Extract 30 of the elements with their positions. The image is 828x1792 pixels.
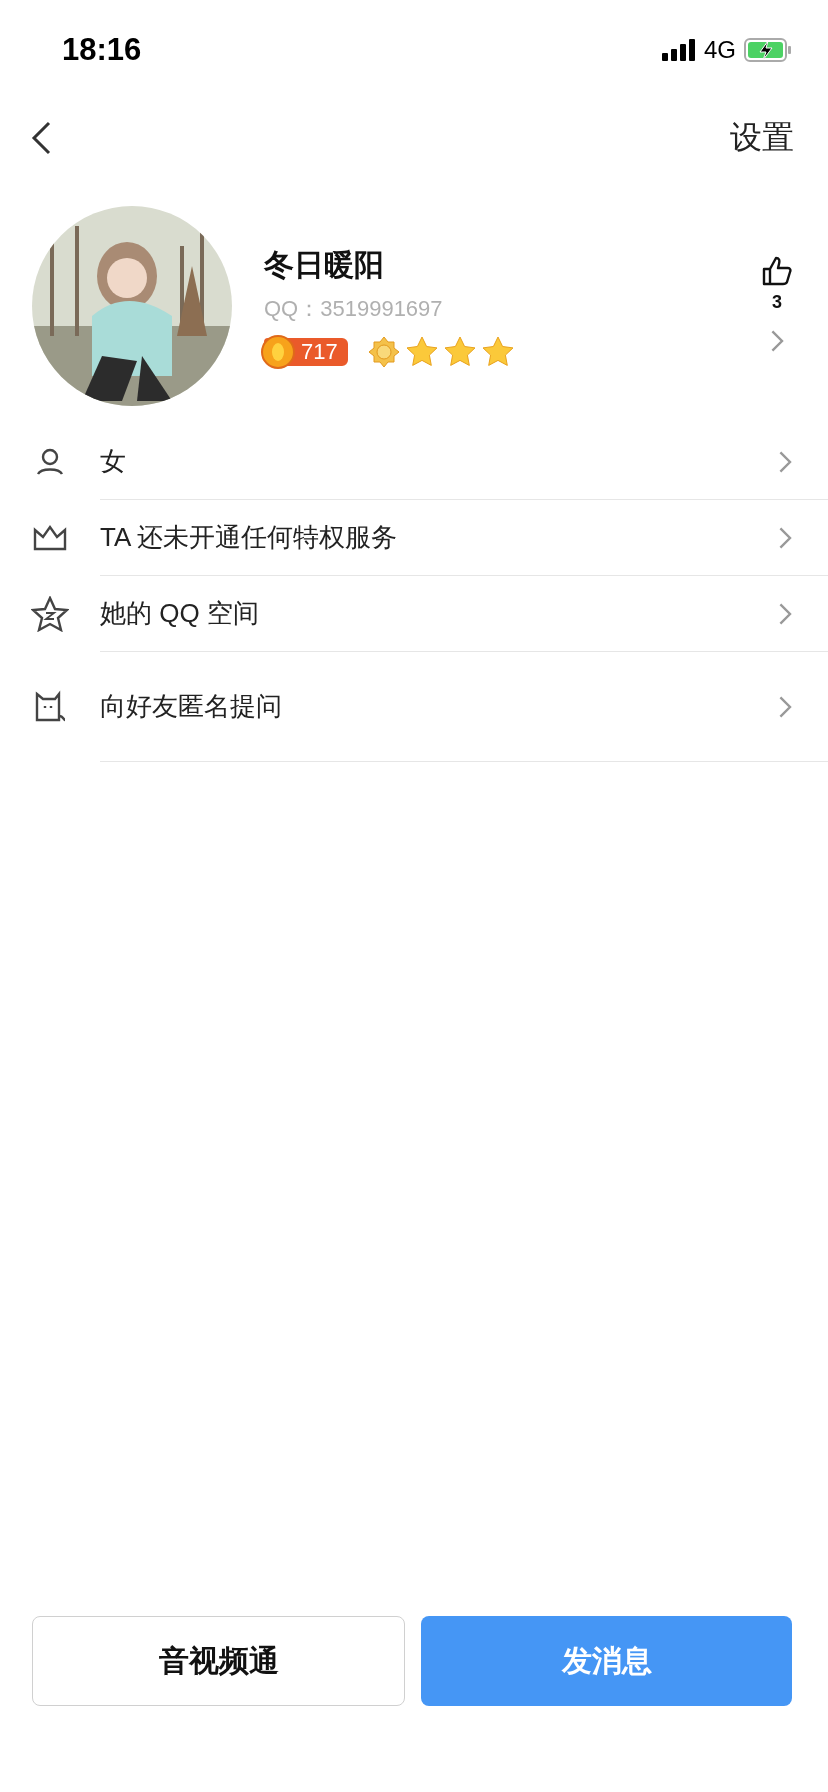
star-icon [481,336,514,367]
row-label[interactable]: 向好友匿名提问 [100,689,282,724]
coin-icon [261,334,295,369]
chevron-right-icon [777,601,792,626]
profile-name: 冬日暖阳 [264,246,385,283]
status-time: 18:16 [62,32,142,68]
star-icon [405,336,438,367]
chevron-right-icon [777,449,792,474]
sun-icon [367,335,400,368]
star-icon [443,336,476,367]
coin-count: 717 [301,338,338,365]
settings-link[interactable]: 设置 [730,116,794,160]
battery-charging-icon [744,38,792,62]
person-icon [35,447,65,477]
network-type: 4G [704,36,736,64]
like-count: 3 [772,291,782,313]
chevron-right-icon [777,694,792,719]
qq-number: QQ：3519991697 [264,294,444,323]
row-label[interactable]: TA 还未开通任何特权服务 [100,520,398,555]
thumbs-up-icon[interactable] [762,255,792,286]
chevron-right-icon [777,525,792,550]
signal-icon [662,39,696,61]
cat-icon [33,690,67,724]
star-icon [31,596,69,632]
row-label[interactable]: 她的 QQ 空间 [100,596,259,631]
chevron-right-icon [769,328,785,353]
crown-icon [32,524,68,552]
call-button[interactable]: 音视频通 [32,1616,405,1706]
row-label[interactable]: 女 [100,444,126,479]
back-icon[interactable] [30,121,52,155]
